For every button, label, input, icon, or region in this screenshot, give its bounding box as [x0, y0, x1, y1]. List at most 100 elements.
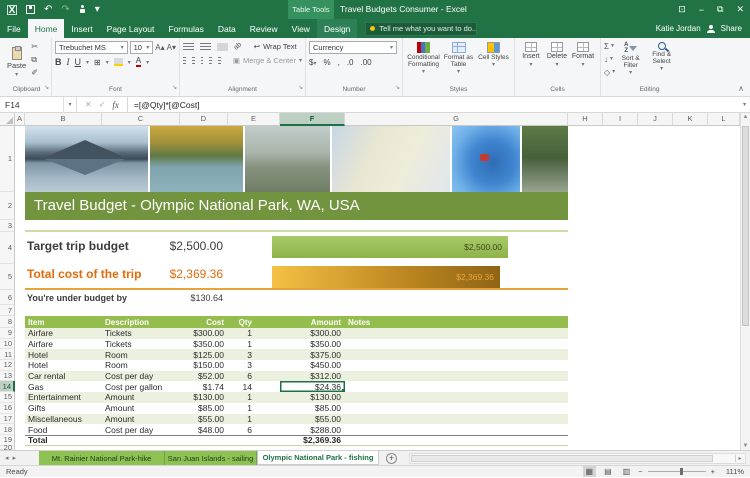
grow-font-icon[interactable]: A▴	[155, 42, 164, 53]
row-header-9[interactable]: 9	[0, 328, 15, 339]
cell[interactable]: $52.00	[180, 371, 228, 382]
cell[interactable]: Hotel	[25, 360, 102, 371]
clipboard-dialog-launcher-icon[interactable]: ↘	[44, 83, 49, 94]
photo-fly-fisherman[interactable]	[150, 126, 243, 192]
column-header-I[interactable]: I	[603, 113, 638, 126]
zoom-level[interactable]: 111%	[720, 467, 744, 476]
row-header-1[interactable]: 1	[0, 126, 15, 192]
fill-icon[interactable]: ↓▾	[604, 54, 615, 65]
row-header-7[interactable]: 7	[0, 305, 15, 316]
column-header-D[interactable]: D	[180, 113, 228, 126]
sheet-tab-1[interactable]: Mt. Rainier National Park-hike	[39, 451, 165, 465]
percent-style-icon[interactable]: %	[323, 58, 330, 67]
customize-qat-icon[interactable]: ▾	[95, 5, 100, 15]
total-cost-label[interactable]: Total cost of the trip	[27, 262, 141, 286]
row-header-18[interactable]: 18	[0, 424, 15, 435]
cell[interactable]	[345, 381, 568, 392]
cell[interactable]	[345, 424, 568, 435]
restore-icon[interactable]: ⧉	[717, 4, 723, 15]
borders-dropdown-icon[interactable]: ▾	[106, 59, 109, 66]
format-cells-button[interactable]: Format▾	[570, 41, 596, 84]
cell[interactable]: 6	[228, 424, 280, 435]
merge-center-button[interactable]: ▣Merge & Center▾	[233, 56, 302, 65]
cell[interactable]	[345, 414, 568, 425]
middle-align-icon[interactable]	[200, 43, 211, 51]
cell[interactable]: 1	[228, 339, 280, 350]
cell[interactable]: 1	[228, 328, 280, 339]
cell[interactable]: $300.00	[280, 328, 345, 339]
cell[interactable]: $130.00	[180, 392, 228, 403]
table-header-notes[interactable]: Notes	[345, 316, 568, 328]
column-header-B[interactable]: B	[25, 113, 102, 126]
ribbon-display-options-icon[interactable]: ⊡	[678, 4, 686, 15]
cell[interactable]: Tickets	[102, 339, 180, 350]
page-layout-view-icon[interactable]: ▤	[601, 466, 615, 477]
budget-value[interactable]: $2,500.00	[133, 234, 223, 258]
cell[interactable]	[345, 360, 568, 371]
cell[interactable]: 1	[228, 403, 280, 414]
comma-style-icon[interactable]: ,	[338, 58, 340, 67]
total-label[interactable]: Total	[25, 436, 102, 445]
cell[interactable]: $85.00	[180, 403, 228, 414]
cell[interactable]: Food	[25, 424, 102, 435]
cell[interactable]: Airfare	[25, 339, 102, 350]
total-cost-value[interactable]: $2,369.36	[133, 262, 223, 286]
orientation-icon[interactable]: ab	[231, 40, 244, 53]
cut-icon[interactable]: ✂	[31, 41, 38, 52]
table-header-amount[interactable]: Amount	[280, 316, 345, 328]
bottom-align-icon[interactable]	[217, 43, 228, 51]
sheet-tab-3[interactable]: Olympic National Park - fishing	[257, 451, 379, 465]
photo-forest-river[interactable]	[522, 126, 568, 192]
cell[interactable]: Miscellaneous	[25, 414, 102, 425]
column-header-A[interactable]: A	[15, 113, 25, 126]
cell[interactable]: Tickets	[102, 328, 180, 339]
cell[interactable]: $125.00	[180, 349, 228, 360]
scroll-down-icon[interactable]: ▼	[741, 443, 750, 449]
row-header-13[interactable]: 13	[0, 371, 15, 382]
font-color-icon[interactable]: A	[136, 57, 141, 67]
row-header-16[interactable]: 16	[0, 403, 15, 414]
cell[interactable]: $150.00	[180, 360, 228, 371]
column-header-H[interactable]: H	[568, 113, 603, 126]
share-button[interactable]: Share	[721, 24, 742, 33]
zoom-out-icon[interactable]: −	[638, 467, 642, 476]
shrink-font-icon[interactable]: A▾	[167, 42, 176, 53]
vertical-scroll-thumb[interactable]	[742, 126, 749, 326]
photo-mountain-lake[interactable]	[25, 126, 148, 192]
font-color-dropdown-icon[interactable]: ▾	[146, 59, 149, 66]
increase-indent-icon[interactable]	[218, 57, 221, 65]
total-value[interactable]: $2,369.36	[280, 436, 345, 445]
column-header-L[interactable]: L	[708, 113, 740, 126]
photo-olympic-peninsula-map[interactable]	[332, 126, 450, 192]
column-header-F[interactable]: F	[280, 113, 345, 126]
column-header-E[interactable]: E	[228, 113, 280, 126]
cell[interactable]	[345, 339, 568, 350]
user-name[interactable]: Katie Jordan	[656, 24, 701, 33]
scroll-up-icon[interactable]: ▲	[741, 114, 750, 120]
select-all-corner[interactable]	[0, 113, 15, 126]
name-box[interactable]: F14	[0, 97, 64, 113]
minimize-icon[interactable]: −	[699, 5, 704, 15]
cell[interactable]: $350.00	[280, 339, 345, 350]
number-dialog-launcher-icon[interactable]: ↘	[395, 83, 400, 94]
cell[interactable]: Amount	[102, 392, 180, 403]
under-budget-value[interactable]: $130.64	[133, 292, 223, 305]
photo-whitewater-kayaker[interactable]	[452, 126, 520, 192]
cell[interactable]: 1	[228, 414, 280, 425]
cell[interactable]: $130.00	[280, 392, 345, 403]
tab-home[interactable]: Home	[28, 19, 65, 38]
insert-function-icon[interactable]: fx	[112, 100, 119, 110]
row-header-5[interactable]: 5	[0, 264, 15, 290]
cost-data-bar[interactable]: $2,369.36	[272, 266, 500, 288]
zoom-slider[interactable]	[648, 471, 706, 472]
cell[interactable]: Airfare	[25, 328, 102, 339]
cell[interactable]: Car rental	[25, 371, 102, 382]
name-box-dropdown-icon[interactable]: ▾	[64, 97, 77, 113]
font-name-select[interactable]: Trebuchet MS▾	[55, 41, 128, 54]
column-header-J[interactable]: J	[638, 113, 673, 126]
tab-insert[interactable]: Insert	[64, 19, 99, 38]
sheet-nav-left-icon[interactable]: ◂	[5, 454, 9, 462]
column-header-C[interactable]: C	[102, 113, 180, 126]
under-budget-label[interactable]: You're under budget by	[27, 292, 127, 305]
decrease-decimal-icon[interactable]: .00	[361, 58, 372, 67]
